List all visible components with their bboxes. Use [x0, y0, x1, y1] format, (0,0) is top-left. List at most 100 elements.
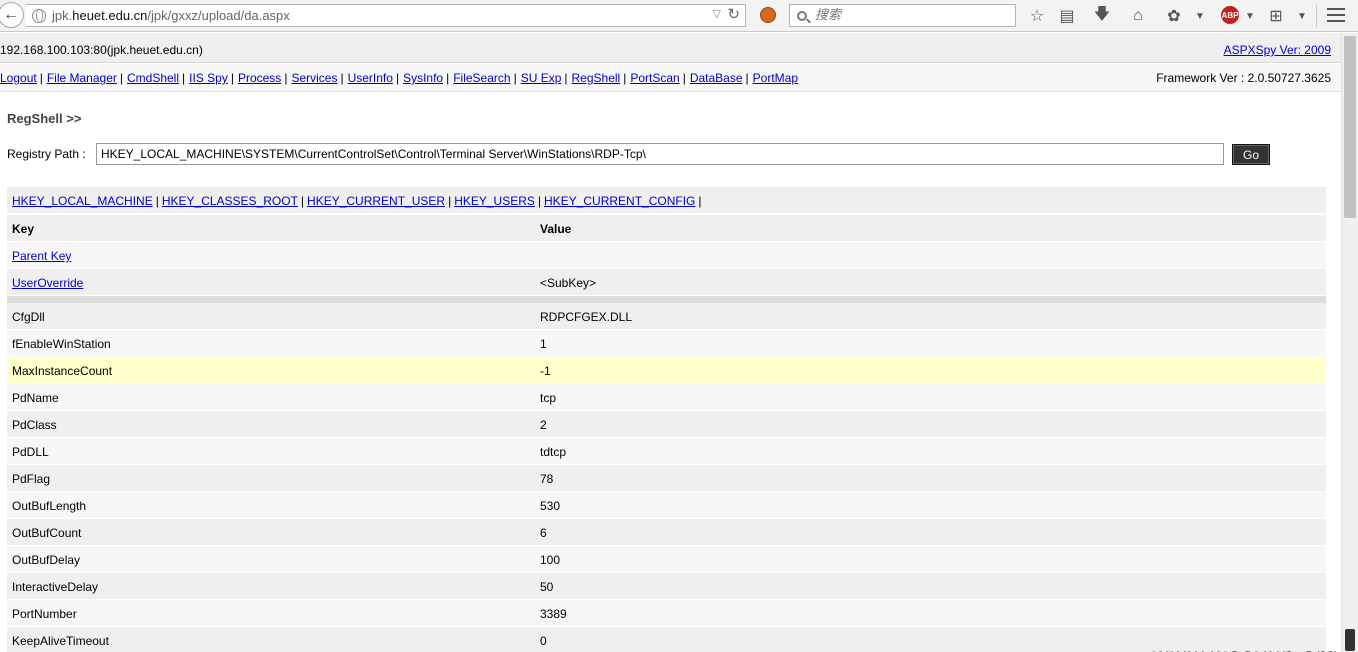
nav-separator: |: [446, 71, 450, 85]
value-data: tcp: [540, 391, 557, 405]
addon-bug-icon[interactable]: ✿: [1163, 5, 1185, 27]
back-arrow-icon[interactable]: ←: [0, 2, 24, 28]
scrollbar-resize-handle[interactable]: [1345, 629, 1355, 651]
adblock-icon[interactable]: ABP: [1221, 6, 1239, 24]
vertical-scrollbar[interactable]: [1341, 33, 1358, 652]
search-input[interactable]: [815, 8, 1005, 23]
value-name: OutBufCount: [12, 526, 82, 540]
value-column-header: Value: [540, 222, 572, 236]
download-icon[interactable]: 🡇: [1091, 5, 1113, 27]
nav-link-regshell[interactable]: RegShell: [572, 71, 621, 85]
nav-separator: |: [682, 71, 686, 85]
nav-link-portscan[interactable]: PortScan: [630, 71, 679, 85]
reload-icon[interactable]: ↻: [727, 5, 740, 23]
toolbar-separator: [1316, 4, 1317, 28]
nav-link-cmdshell[interactable]: CmdShell: [127, 71, 179, 85]
scrollbar-thumb[interactable]: [1344, 36, 1356, 218]
subkey-row: UserOverride <SubKey>: [7, 269, 1326, 296]
registry-path-label: Registry Path :: [7, 147, 86, 161]
host-info: 192.168.100.103:80(jpk.heuet.edu.cn): [0, 43, 203, 57]
parent-key-row: Parent Key: [7, 242, 1326, 269]
nav-separator: |: [39, 71, 43, 85]
table-row[interactable]: PdName tcp: [7, 384, 1326, 411]
hive-link-hkey-classes-root[interactable]: HKEY_CLASSES_ROOT: [162, 194, 298, 208]
nav-links: Logout | File Manager | CmdShell | IIS Spy | Pro…: [0, 71, 798, 85]
key-column-header: Key: [12, 222, 35, 236]
table-row[interactable]: OutBufDelay 100: [7, 546, 1326, 573]
table-separator: [7, 296, 1326, 303]
value-name: KeepAliveTimeout: [12, 634, 109, 648]
nav-separator: |: [395, 71, 400, 85]
nav-link-filesearch[interactable]: FileSearch: [453, 71, 510, 85]
value-data: 0: [540, 634, 547, 648]
url-text[interactable]: jpk.heuet.edu.cn/jpk/gxxz/upload/da.aspx: [52, 8, 290, 23]
nav-link-database[interactable]: DataBase: [690, 71, 743, 85]
watermark: www.wooyun.org: [1152, 644, 1338, 652]
nav-link-su-exp[interactable]: SU Exp: [521, 71, 562, 85]
addon-icon[interactable]: [760, 7, 776, 23]
adblock-dropdown-icon[interactable]: ▼: [1239, 5, 1261, 27]
search-box[interactable]: [789, 4, 1016, 27]
reading-list-icon[interactable]: ▤: [1056, 5, 1078, 27]
nav-link-userinfo[interactable]: UserInfo: [348, 71, 393, 85]
registry-path-input[interactable]: HKEY_LOCAL_MACHINE\SYSTEM\CurrentControl…: [96, 143, 1224, 165]
value-data: 2: [540, 418, 547, 432]
nav-link-file-manager[interactable]: File Manager: [47, 71, 117, 85]
go-button[interactable]: Go: [1232, 144, 1270, 165]
crop-dropdown-icon[interactable]: ▼: [1291, 5, 1313, 27]
nav-link-portmap[interactable]: PortMap: [753, 71, 798, 85]
search-icon: [797, 10, 807, 21]
hive-link-hkey-local-machine[interactable]: HKEY_LOCAL_MACHINE: [12, 194, 153, 208]
registry-table: Key Value Parent Key UserOverride <SubKey…: [7, 215, 1326, 652]
table-row[interactable]: OutBufCount 6: [7, 519, 1326, 546]
nav-separator: |: [340, 71, 344, 85]
table-row[interactable]: PdDLL tdtcp: [7, 438, 1326, 465]
address-bar[interactable]: jpk.heuet.edu.cn/jpk/gxxz/upload/da.aspx…: [26, 4, 746, 27]
history-dropdown-icon[interactable]: ▽: [713, 7, 721, 20]
table-row[interactable]: KeepAliveTimeout 0: [7, 627, 1326, 652]
version-link[interactable]: ASPXSpy Ver: 2009: [1224, 43, 1331, 57]
table-row[interactable]: PdClass 2: [7, 411, 1326, 438]
nav-separator: |: [119, 71, 123, 85]
value-name: PdDLL: [12, 445, 49, 459]
value-data: 3389: [540, 607, 567, 621]
nav-separator: |: [513, 71, 517, 85]
table-row[interactable]: OutBufLength 530: [7, 492, 1326, 519]
value-data: 100: [540, 553, 561, 567]
framework-version: Framework Ver : 2.0.50727.3625: [1156, 71, 1331, 85]
value-name: InteractiveDelay: [12, 580, 99, 594]
home-icon[interactable]: ⌂: [1127, 5, 1149, 27]
hive-links-bar: HKEY_LOCAL_MACHINE | HKEY_CLASSES_ROOT | HKE…: [7, 187, 1326, 214]
subkey-link[interactable]: UserOverride: [12, 276, 83, 290]
hive-link-hkey-users[interactable]: HKEY_USERS: [454, 194, 535, 208]
addon-dropdown-icon[interactable]: ▼: [1189, 5, 1211, 27]
value-name: CfgDll: [12, 310, 45, 324]
table-row[interactable]: InteractiveDelay 50: [7, 573, 1326, 600]
menu-icon[interactable]: [1327, 8, 1345, 22]
value-list: CfgDll RDPCFGEX.DLL fEnableWinStation 1 MaxI…: [7, 303, 1326, 652]
table-row[interactable]: CfgDll RDPCFGEX.DLL: [7, 303, 1326, 330]
nav-link-sysinfo[interactable]: SysInfo: [403, 71, 443, 85]
subkey-list: UserOverride <SubKey>: [7, 269, 1326, 296]
value-name: OutBufLength: [12, 499, 87, 513]
nav-link-process[interactable]: Process: [238, 71, 281, 85]
nav-separator: |: [182, 71, 186, 85]
value-data: 50: [540, 580, 554, 594]
table-row[interactable]: MaxInstanceCount -1: [7, 357, 1326, 384]
nav-link-services[interactable]: Services: [291, 71, 337, 85]
nav-link-iis-spy[interactable]: IIS Spy: [189, 71, 228, 85]
table-row[interactable]: fEnableWinStation 1: [7, 330, 1326, 357]
nav-separator: |: [623, 71, 627, 85]
hive-link-hkey-current-config[interactable]: HKEY_CURRENT_CONFIG: [544, 194, 695, 208]
bookmark-star-icon[interactable]: ☆: [1026, 5, 1048, 27]
table-row[interactable]: PdFlag 78: [7, 465, 1326, 492]
value-data: 530: [540, 499, 561, 513]
globe-icon: [32, 8, 46, 23]
nav-separator: |: [230, 71, 234, 85]
hive-link-hkey-current-user[interactable]: HKEY_CURRENT_USER: [307, 194, 445, 208]
parent-key-link[interactable]: Parent Key: [12, 249, 71, 263]
table-row[interactable]: PortNumber 3389: [7, 600, 1326, 627]
nav-link-logout[interactable]: Logout: [0, 71, 37, 85]
crop-icon[interactable]: ⊞: [1265, 5, 1287, 27]
hive-separator: |: [155, 194, 159, 208]
